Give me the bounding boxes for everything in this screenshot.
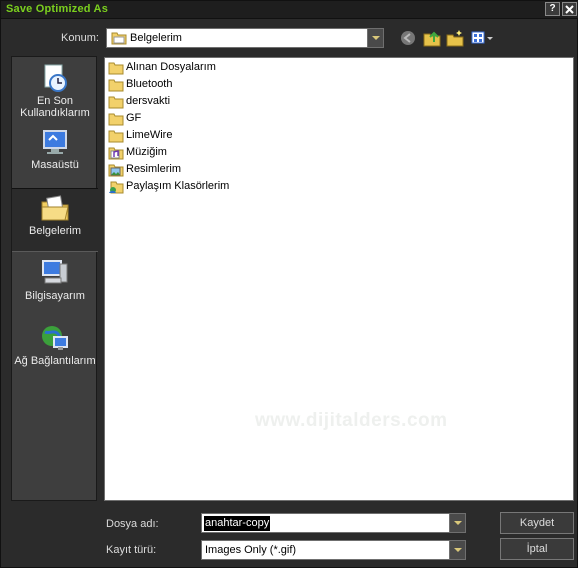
close-icon [565,5,574,14]
watermark: www.dijitalders.com [255,410,448,431]
folder-icon [108,130,124,143]
up-folder-icon[interactable] [423,29,441,47]
music-folder-icon [108,147,124,160]
filetype-label: Kayıt türü: [106,544,157,556]
my-computer-icon [42,260,68,284]
folder-icon [108,96,124,109]
file-name: Alınan Dosyalarım [126,61,216,73]
close-button[interactable] [562,2,577,16]
place-recent[interactable]: En Son Kullandıklarım [12,59,98,123]
file-name: dersvakti [126,95,171,107]
filename-input[interactable]: anahtar-copy [204,516,271,531]
file-name: Resimlerim [126,163,181,175]
file-name: GF [126,112,142,124]
filename-combo[interactable]: anahtar-copy [201,513,466,533]
filetype-dropdown-arrow[interactable] [449,541,465,559]
recent-documents-icon [44,64,67,92]
help-button[interactable]: ? [545,2,560,16]
filetype-select[interactable]: Images Only (*.gif) [201,540,466,560]
views-menu-button[interactable] [471,29,495,47]
location-dropdown-arrow[interactable] [367,29,383,47]
file-name: LimeWire [126,129,173,141]
cancel-button[interactable]: İptal [500,538,574,560]
network-places-icon [42,326,68,350]
title-bar[interactable]: Save Optimized As ? [1,1,578,19]
file-name: Paylaşım Klasörlerim [126,180,230,192]
place-network[interactable]: Ağ Bağlantılarım [12,319,98,383]
pictures-folder-icon [108,164,124,177]
save-dialog: Save Optimized As ? Konum: Belgelerim En… [0,0,578,568]
place-label: Bilgisayarım [25,290,85,302]
filetype-value: Images Only (*.gif) [205,544,297,556]
shared-folder-icon [109,181,124,194]
place-label: Ağ Bağlantılarım [14,355,96,367]
place-label: En Son Kullandıklarım [20,95,90,119]
file-name: Bluetooth [126,78,173,90]
new-folder-icon[interactable] [446,29,464,47]
file-list[interactable]: Alınan Dosyalarım Bluetooth dersvakti GF… [104,57,574,501]
place-my-documents[interactable]: Belgelerim [12,188,98,252]
folder-icon [111,32,127,45]
location-combo[interactable]: Belgelerim [106,28,384,48]
my-documents-icon [41,195,69,221]
place-label: Belgelerim [29,225,81,237]
filename-label: Dosya adı: [106,518,159,530]
place-desktop[interactable]: Masaüstü [12,123,98,187]
location-value: Belgelerim [130,32,182,44]
places-bar: En Son Kullandıklarım Masaüstü Belgeleri… [11,56,98,501]
save-button[interactable]: Kaydet [500,512,574,534]
place-my-computer[interactable]: Bilgisayarım [12,254,98,318]
folder-icon [108,62,124,75]
desktop-icon [43,130,67,154]
location-label: Konum: [61,32,99,44]
window-title: Save Optimized As [6,3,109,15]
views-menu-icon [471,31,493,44]
filename-dropdown-arrow[interactable] [449,514,465,532]
file-name: Müziğim [126,146,167,158]
folder-icon [108,79,124,92]
place-label: Masaüstü [31,159,79,171]
folder-icon [108,113,124,126]
back-arrow-icon[interactable] [399,29,417,47]
